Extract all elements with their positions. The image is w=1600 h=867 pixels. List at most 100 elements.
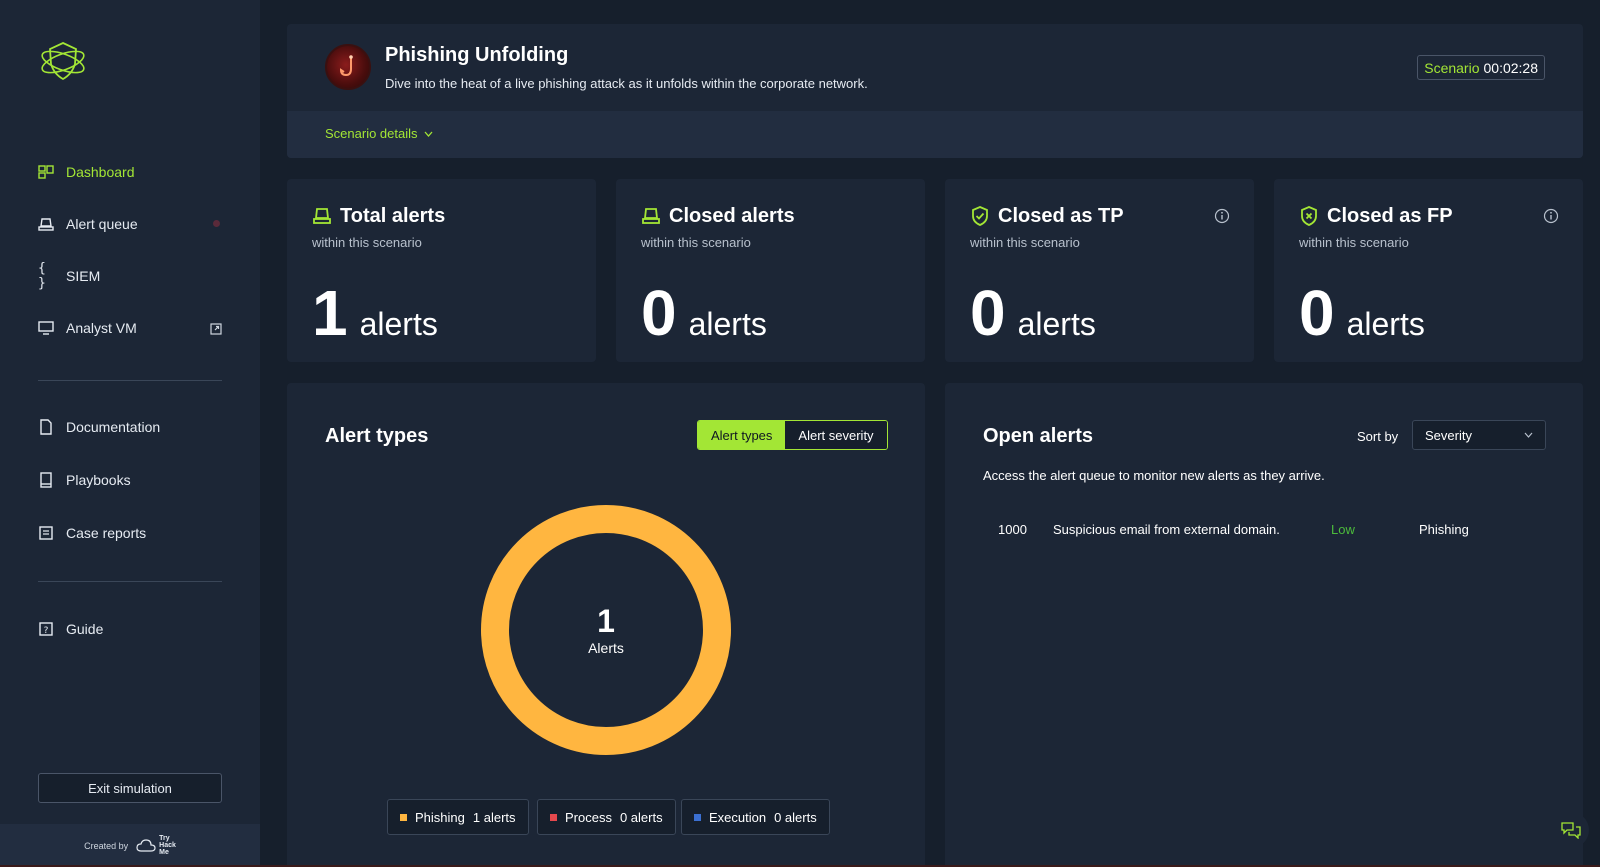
donut-center: 1 Alerts	[477, 501, 735, 759]
alert-types-title: Alert types	[325, 425, 429, 447]
created-by-footer: Created by Try Hack Me	[0, 824, 260, 867]
chat-button[interactable]	[1553, 812, 1589, 848]
sidebar-item-case-reports[interactable]: Case reports	[38, 521, 146, 545]
alert-queue-icon	[38, 216, 54, 232]
alert-id: 1000	[998, 521, 1027, 537]
info-icon[interactable]	[1214, 208, 1230, 224]
donut-total: 1	[597, 603, 615, 639]
stat-number: 0	[970, 277, 1006, 349]
sidebar-item-label: Analyst VM	[66, 320, 137, 336]
stat-title: Closed as TP	[998, 205, 1124, 227]
shield-check-icon	[972, 206, 988, 226]
sidebar-divider	[38, 581, 222, 582]
question-icon: ?	[38, 621, 54, 637]
stat-subtitle: within this scenario	[970, 235, 1080, 250]
open-alerts-description: Access the alert queue to monitor new al…	[983, 468, 1325, 483]
timer-label: Scenario	[1424, 59, 1480, 76]
sidebar-item-siem[interactable]: { } SIEM	[38, 261, 101, 291]
stat-card-closed-alerts: Closed alerts within this scenario 0 ale…	[616, 179, 925, 362]
phishing-hook-icon	[339, 55, 353, 77]
shield-x-icon	[1301, 206, 1317, 226]
stat-subtitle: within this scenario	[312, 235, 422, 250]
chat-bubbles-icon	[1561, 822, 1581, 839]
legend-count: 0 alerts	[619, 809, 663, 825]
sidebar-item-guide[interactable]: ? Guide	[38, 617, 103, 641]
cloud-icon	[136, 838, 156, 852]
toggle-alert-severity[interactable]: Alert severity	[785, 421, 887, 449]
timer-value: 00:02:28	[1483, 59, 1539, 76]
legend-count: 1 alerts	[472, 809, 516, 825]
sidebar-item-alert-queue[interactable]: Alert queue	[38, 212, 138, 236]
stat-card-closed-fp: Closed as FP within this scenario 0 aler…	[1274, 179, 1583, 362]
dashboard-icon	[38, 164, 54, 180]
open-alerts-panel: Open alerts Sort by Severity Access the …	[945, 383, 1583, 867]
sort-value: Severity	[1425, 427, 1472, 443]
alert-title: Suspicious email from external domain.	[1053, 521, 1280, 537]
sidebar-item-documentation[interactable]: Documentation	[38, 415, 160, 439]
scenario-description: Dive into the heat of a live phishing at…	[385, 76, 868, 91]
stat-card-closed-tp: Closed as TP within this scenario 0 aler…	[945, 179, 1254, 362]
legend-phishing: Phishing 1 alerts	[387, 799, 529, 835]
open-alerts-title: Open alerts	[983, 425, 1094, 447]
chevron-down-icon	[1524, 432, 1533, 438]
sidebar-divider	[38, 380, 222, 381]
stat-value: 0 alerts	[970, 281, 1096, 345]
stat-unit: alerts	[688, 306, 767, 342]
info-icon[interactable]	[1543, 208, 1559, 224]
external-link-icon[interactable]	[210, 323, 222, 335]
book-icon	[38, 472, 54, 488]
legend-swatch	[694, 813, 701, 821]
sidebar-item-label: Case reports	[66, 525, 147, 541]
legend-swatch	[550, 813, 557, 821]
legend-name: Phishing	[415, 809, 465, 825]
stat-value: 1 alerts	[312, 281, 438, 345]
scenario-details-toggle[interactable]: Scenario details	[325, 126, 433, 141]
shield-atom-logo-icon	[41, 42, 85, 81]
alert-severity: Low	[1331, 521, 1355, 537]
sidebar-item-label: Playbooks	[66, 472, 131, 488]
stat-card-total-alerts: Total alerts within this scenario 1 aler…	[287, 179, 596, 362]
legend-process: Process 0 alerts	[537, 799, 676, 835]
table-row[interactable]: 1000 Suspicious email from external doma…	[983, 513, 1543, 545]
document-icon	[38, 419, 54, 435]
siem-braces-icon: { }	[38, 261, 46, 291]
stat-unit: alerts	[1346, 306, 1425, 342]
sort-select[interactable]: Severity	[1412, 420, 1546, 450]
sidebar-item-label: SIEM	[66, 268, 101, 284]
toggle-alert-types[interactable]: Alert types	[698, 421, 786, 449]
stat-subtitle: within this scenario	[641, 235, 751, 250]
stat-number: 0	[641, 277, 677, 349]
sidebar-item-label: Dashboard	[66, 164, 135, 180]
exit-simulation-button[interactable]: Exit simulation	[38, 773, 222, 803]
alert-tray-icon	[642, 208, 660, 224]
sidebar: Dashboard Alert queue { } SIEM Analyst V…	[0, 0, 260, 867]
sidebar-item-analyst-vm[interactable]: Analyst VM	[38, 316, 137, 340]
scenario-title: Phishing Unfolding	[385, 44, 569, 66]
stat-unit: alerts	[1017, 306, 1096, 342]
sort-label: Sort by	[1357, 429, 1399, 444]
chart-view-toggle: Alert types Alert severity	[697, 420, 888, 450]
svg-text:?: ?	[44, 626, 49, 636]
stat-title: Closed as FP	[1327, 205, 1453, 227]
notification-dot	[213, 220, 220, 227]
legend-name: Process	[565, 809, 612, 825]
sidebar-item-label: Guide	[66, 621, 104, 637]
tryhackme-logo: Try Hack Me	[136, 835, 176, 856]
created-by-label: Created by	[84, 840, 129, 851]
scenario-header: Phishing Unfolding Dive into the heat of…	[287, 24, 1583, 158]
sidebar-item-playbooks[interactable]: Playbooks	[38, 468, 131, 492]
scenario-footer: Scenario details	[287, 111, 1583, 158]
alert-tray-icon	[313, 208, 331, 224]
donut-label: Alerts	[588, 640, 624, 656]
chevron-down-icon	[424, 131, 432, 137]
legend-name: Execution	[709, 809, 767, 825]
alert-type: Phishing	[1419, 521, 1469, 537]
stat-title: Total alerts	[340, 205, 446, 227]
stat-number: 0	[1299, 277, 1335, 349]
sidebar-item-dashboard[interactable]: Dashboard	[38, 160, 135, 184]
legend-swatch	[400, 813, 407, 821]
stat-value: 0 alerts	[641, 281, 767, 345]
monitor-icon	[38, 320, 54, 336]
stat-subtitle: within this scenario	[1299, 235, 1409, 250]
scenario-details-label: Scenario details	[325, 126, 418, 141]
